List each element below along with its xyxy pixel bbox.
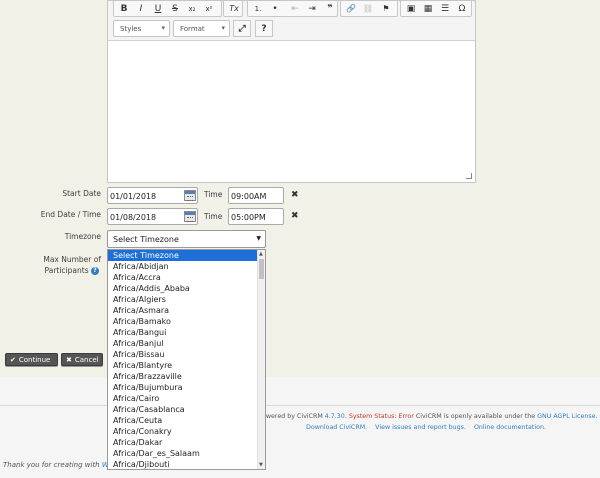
description-editor[interactable]: B I U S x₂ x² Tx 1. • ⇤ ⇥ ❞ 🔗 ⛓ ⚑ ▣ ▦ ☰ … [107,0,476,183]
remove-format-button[interactable]: Tx [227,2,241,15]
format-dropdown[interactable]: Format ▾ [173,20,230,37]
clear-end-date-icon[interactable]: ✖ [291,211,299,221]
chevron-down-icon: ▾ [221,24,225,32]
maximize-button[interactable]: ⤢ [233,20,251,37]
timezone-option[interactable]: Africa/Algiers [108,294,265,305]
bulleted-list-button[interactable]: • [268,2,282,15]
timezone-option[interactable]: Africa/Banjul [108,338,265,349]
end-time-label: Time [204,212,223,221]
timezone-selected-value: Select Timezone [113,235,179,244]
subscript-button[interactable]: x₂ [185,2,199,15]
footer-powered: owered by CiviCRM 4.7.30. System Status:… [262,413,598,420]
clear-start-date-icon[interactable]: ✖ [291,190,299,200]
resize-grip-icon[interactable] [466,173,472,179]
chevron-down-icon: ▼ [256,235,261,242]
link-button[interactable]: 🔗 [344,2,358,15]
horizontal-rule-button[interactable]: ☰ [438,2,452,15]
strike-button[interactable]: S [168,2,182,15]
scroll-up-icon[interactable]: ▲ [259,251,263,257]
timezone-option[interactable]: Select Timezone [108,250,265,261]
timezone-option[interactable]: Africa/Bangui [108,327,265,338]
download-link[interactable]: Download CiviCRM. [306,424,367,431]
anchor-button[interactable]: ⚑ [379,2,393,15]
table-button[interactable]: ▦ [421,2,435,15]
start-time-label: Time [204,190,223,199]
timezone-options-list[interactable]: Select Timezone Africa/Abidjan Africa/Accr… [107,249,266,470]
styles-dropdown[interactable]: Styles ▾ [113,20,170,37]
close-icon: ✖ [66,356,72,364]
timezone-options: Select Timezone Africa/Abidjan Africa/Accr… [108,250,265,469]
timezone-option[interactable]: Africa/Accra [108,272,265,283]
italic-button[interactable]: I [134,2,148,15]
numbered-list-button[interactable]: 1. [251,2,265,15]
editor-content-area[interactable] [108,42,475,182]
issues-link[interactable]: View issues and report bugs. [375,424,466,431]
timezone-option[interactable]: Africa/Casablanca [108,404,265,415]
timezone-option[interactable]: Africa/Djibouti [108,459,265,469]
end-time-input[interactable]: 05:00PM [228,208,284,225]
docs-link[interactable]: Online documentation. [474,424,546,431]
indent-button[interactable]: ⇥ [305,2,319,15]
superscript-button[interactable]: x² [202,2,216,15]
calendar-icon[interactable] [184,211,196,222]
cancel-button[interactable]: ✖ Cancel [61,353,103,366]
bold-button[interactable]: B [117,2,131,15]
timezone-option[interactable]: Africa/Dar_es_Salaam [108,448,265,459]
styles-label: Styles [120,25,142,33]
max-participants-label-line1: Max Number of [43,255,101,264]
continue-button[interactable]: ✔ Continue [5,353,58,366]
start-time-input[interactable]: 09:00AM [228,187,284,204]
timezone-select[interactable]: Select Timezone ▼ [107,230,266,248]
help-icon[interactable]: ? [91,267,99,275]
timezone-label: Timezone [64,232,101,241]
license-link[interactable]: GNU AGPL License. [537,413,597,420]
footer-divider [0,405,600,406]
underline-button[interactable]: U [151,2,165,15]
maximize-icon: ⤢ [238,23,246,34]
help-icon: ? [261,23,267,34]
chevron-down-icon: ▾ [161,24,165,32]
start-date-label: Start Date [62,189,101,198]
calendar-icon[interactable] [184,190,196,201]
timezone-option[interactable]: Africa/Asmara [108,305,265,316]
blockquote-button[interactable]: ❞ [323,2,337,15]
system-status-link[interactable]: System Status: Error [349,413,414,420]
image-button[interactable]: ▣ [404,2,418,15]
timezone-option[interactable]: Africa/Cairo [108,393,265,404]
editor-toolbar: B I U S x₂ x² Tx 1. • ⇤ ⇥ ❞ 🔗 ⛓ ⚑ ▣ ▦ ☰ … [108,1,475,41]
check-icon: ✔ [10,356,16,364]
dropdown-scrollbar[interactable]: ▲ ▼ [257,250,265,469]
toolbar-group-links: 🔗 ⛓ ⚑ [340,1,398,17]
toolbar-group-basic: B I U S x₂ x² [113,1,222,17]
end-date-label: End Date / Time [40,210,101,219]
format-label: Format [180,25,205,33]
timezone-option[interactable]: Africa/Abidjan [108,261,265,272]
scrollbar-thumb[interactable] [259,259,264,279]
timezone-option[interactable]: Africa/Dakar [108,437,265,448]
timezone-option[interactable]: Africa/Ceuta [108,415,265,426]
scroll-down-icon[interactable]: ▼ [259,462,263,468]
timezone-option[interactable]: Africa/Bissau [108,349,265,360]
footer-links: Download CiviCRM. View issues and report… [306,424,546,431]
toolbar-group-insert: ▣ ▦ ☰ Ω [400,1,472,17]
timezone-option[interactable]: Africa/Conakry [108,426,265,437]
outdent-button[interactable]: ⇤ [288,2,302,15]
unlink-button[interactable]: ⛓ [361,2,375,15]
timezone-option[interactable]: Africa/Bujumbura [108,382,265,393]
toolbar-group-clear: Tx [223,1,243,17]
editor-help-button[interactable]: ? [255,20,273,37]
timezone-option[interactable]: Africa/Blantyre [108,360,265,371]
version-link[interactable]: 4.7.30 [325,413,345,420]
timezone-option[interactable]: Africa/Addis_Ababa [108,283,265,294]
timezone-option[interactable]: Africa/Brazzaville [108,371,265,382]
timezone-option[interactable]: Africa/Bamako [108,316,265,327]
max-participants-label: Participants ? [45,266,99,275]
footer-thanks: Thank you for creating with W [3,461,109,469]
toolbar-group-lists: 1. • ⇤ ⇥ ❞ [247,1,338,17]
special-char-button[interactable]: Ω [455,2,469,15]
